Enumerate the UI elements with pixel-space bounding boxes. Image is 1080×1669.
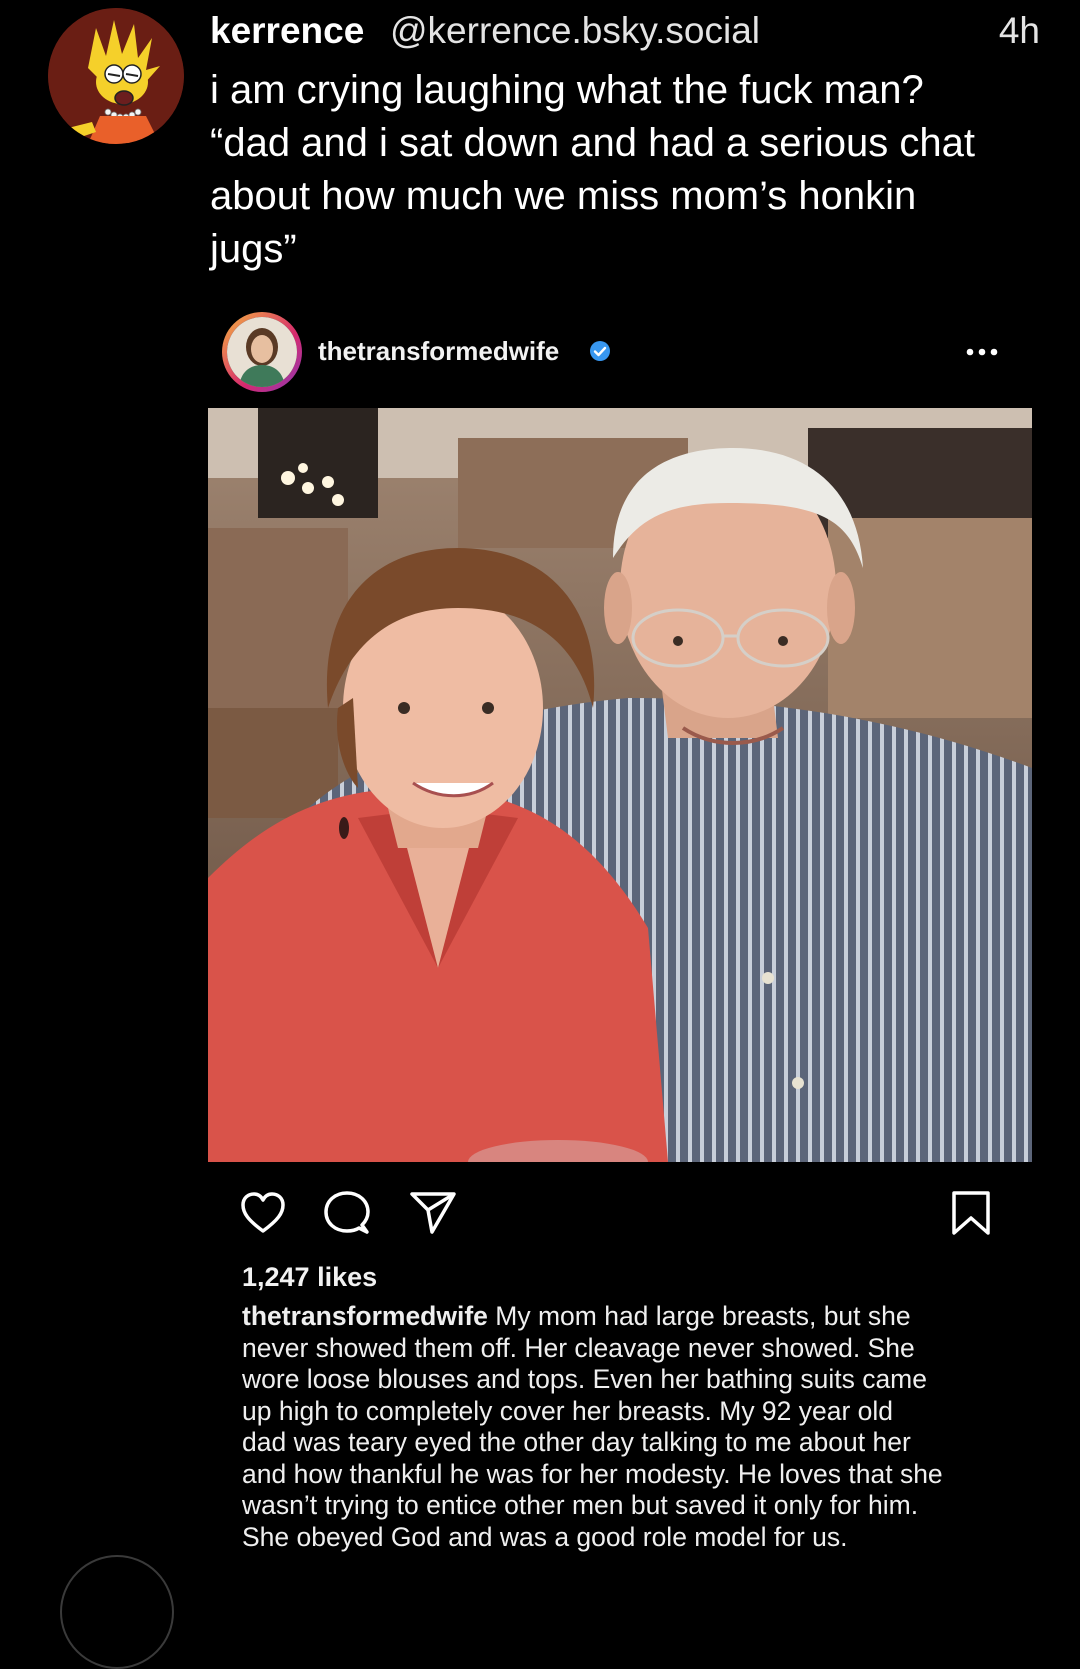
caption-line: never showed them off. Her cleavage neve… [242, 1332, 915, 1363]
post-text-line: i am crying laughing what the fuck man? [210, 68, 924, 112]
post-text: i am crying laughing what the fuck man? … [210, 64, 1040, 276]
caption-username: thetransformedwife [242, 1301, 488, 1331]
next-post-avatar[interactable] [60, 1555, 174, 1669]
caption-line: My mom had large breasts, but she [487, 1301, 911, 1331]
verified-badge-icon [590, 341, 610, 361]
caption-line: dad was teary eyed the other day talking… [242, 1427, 911, 1457]
bookmark-icon[interactable] [946, 1188, 996, 1238]
post-timestamp[interactable]: 4h [999, 10, 1040, 52]
post-text-line: about how much we miss mom’s honkin [210, 174, 917, 218]
caption-line: and how thankful he was for her modesty.… [242, 1458, 943, 1489]
lisa-simpson-avatar[interactable] [48, 8, 184, 144]
caption-line: She obeyed God and was a good role model… [242, 1521, 848, 1552]
post-text-line: “dad and i sat down and had a serious ch… [210, 121, 975, 165]
caption-line: wasn’t trying to entice other men but sa… [242, 1490, 919, 1520]
caption-line: wore loose blouses and tops. Even her ba… [242, 1364, 927, 1394]
heart-icon[interactable] [238, 1188, 288, 1238]
user-handle[interactable]: @kerrence.bsky.social [390, 10, 760, 52]
couple-photo [208, 408, 1032, 1162]
comment-icon[interactable] [322, 1188, 372, 1238]
send-icon[interactable] [408, 1188, 458, 1238]
embed-avatar [222, 312, 302, 392]
more-options-icon [962, 340, 1004, 364]
display-name[interactable]: kerrence [210, 10, 364, 52]
caption-line: up high to completely cover her breasts.… [242, 1395, 894, 1426]
likes-count: 1,247 likes [242, 1262, 378, 1292]
post-header: kerrence @kerrence.bsky.social 4h [210, 8, 1040, 56]
embed-username: thetransformedwife [318, 336, 560, 366]
post-text-line: jugs” [210, 227, 297, 271]
caption: thetransformedwife My mom had large brea… [242, 1301, 1032, 1553]
